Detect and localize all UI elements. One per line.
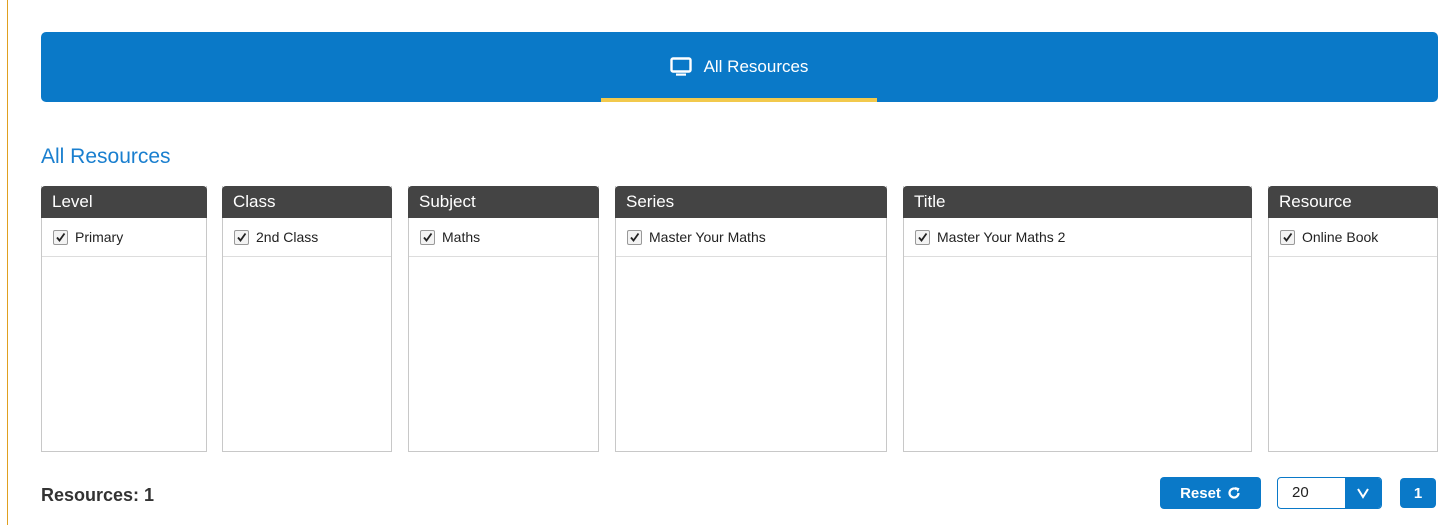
reset-label: Reset xyxy=(1180,484,1221,502)
checkbox-checked-icon[interactable] xyxy=(915,229,930,245)
top-navigation-bar: All Resources xyxy=(41,32,1438,102)
resources-count: Resources: 1 xyxy=(41,485,155,505)
per-page-select[interactable]: 20 xyxy=(1277,477,1382,509)
left-border-line xyxy=(7,0,8,525)
filter-item-online-book[interactable]: Online Book xyxy=(1269,218,1437,257)
filter-item-master-your-maths[interactable]: Master Your Maths xyxy=(616,218,886,257)
tab-label: All Resources xyxy=(703,57,809,76)
checkbox-checked-icon[interactable] xyxy=(627,229,642,245)
section-title: All Resources xyxy=(41,145,171,168)
filter-item-master-your-maths-2[interactable]: Master Your Maths 2 xyxy=(904,218,1251,257)
page-button-1[interactable]: 1 xyxy=(1400,478,1436,508)
filter-item-label: Master Your Maths xyxy=(649,229,766,245)
column-header-title: Title xyxy=(903,186,1252,218)
filter-item-label: Primary xyxy=(75,229,124,245)
reset-button[interactable]: Reset xyxy=(1160,477,1261,509)
chevron-down-icon[interactable] xyxy=(1345,478,1381,508)
refresh-icon xyxy=(1228,487,1240,499)
filter-item-maths[interactable]: Maths xyxy=(409,218,598,257)
column-header-class: Class xyxy=(222,186,392,218)
column-header-series: Series xyxy=(615,186,887,218)
filter-item-label: 2nd Class xyxy=(256,229,319,245)
column-header-level: Level xyxy=(41,186,207,218)
filter-item-label: Online Book xyxy=(1302,229,1379,245)
active-tab-indicator xyxy=(601,98,877,102)
tab-all-resources[interactable]: All Resources xyxy=(601,32,877,102)
filter-column-resource: Resource Online Book xyxy=(1268,186,1438,452)
filter-column-title: Title Master Your Maths 2 xyxy=(903,186,1252,452)
monitor-icon xyxy=(669,57,692,76)
filter-item-2nd-class[interactable]: 2nd Class xyxy=(223,218,391,257)
checkbox-checked-icon[interactable] xyxy=(234,229,249,245)
column-header-resource: Resource xyxy=(1268,186,1438,218)
filter-column-level: Level Primary xyxy=(41,186,207,452)
filter-item-primary[interactable]: Primary xyxy=(42,218,206,257)
checkbox-checked-icon[interactable] xyxy=(420,229,435,245)
column-header-subject: Subject xyxy=(408,186,599,218)
filter-column-subject: Subject Maths xyxy=(408,186,599,452)
per-page-value: 20 xyxy=(1292,484,1309,501)
checkbox-checked-icon[interactable] xyxy=(1280,229,1295,245)
filter-column-series: Series Master Your Maths xyxy=(615,186,887,452)
filter-item-label: Master Your Maths 2 xyxy=(937,229,1066,245)
checkbox-checked-icon[interactable] xyxy=(53,229,68,245)
filter-item-label: Maths xyxy=(442,229,481,245)
filter-column-class: Class 2nd Class xyxy=(222,186,392,452)
